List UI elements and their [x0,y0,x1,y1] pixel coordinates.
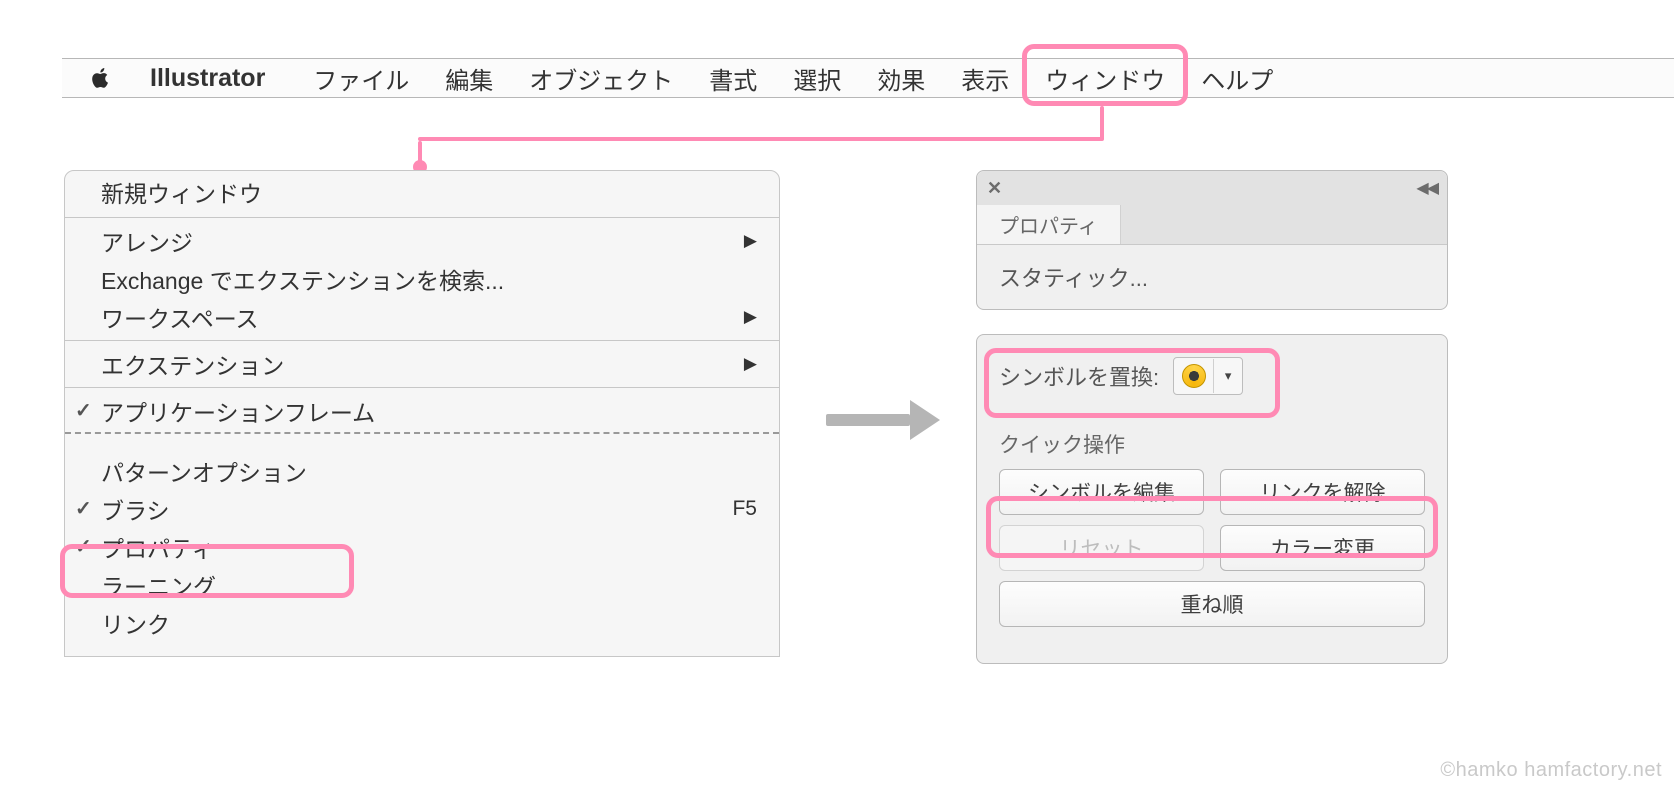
menuitem-arrange[interactable]: アレンジ ▶ [65,222,779,260]
button-label: カラー変更 [1270,533,1375,563]
reset-button: リセット [999,525,1204,571]
chevron-down-icon[interactable]: ▾ [1214,368,1242,384]
menu-object[interactable]: オブジェクト [511,58,691,98]
menuitem-new-window[interactable]: 新規ウィンドウ [65,171,779,213]
menuitem-pattern-options[interactable]: パターンオプション [65,452,779,490]
menuitem-label: ワークスペース [101,300,259,334]
panel-object-type: スタティック... [977,245,1447,309]
panel-tabs: プロパティ [977,205,1447,245]
menu-file[interactable]: ファイル [295,58,427,98]
window-menu-dropdown: 新規ウィンドウ アレンジ ▶ Exchange でエクステンションを検索... … [64,170,780,657]
submenu-arrow-icon: ▶ [744,354,757,374]
menu-help[interactable]: ヘルプ [1183,58,1291,98]
menuitem-label: リンク [101,606,170,640]
button-label: シンボルを編集 [1028,477,1175,507]
check-icon: ✓ [75,534,92,559]
panel-titlebar[interactable]: ✕ ◀◀ [977,171,1447,205]
menuitem-label: プロパティ [101,530,215,564]
edit-symbol-button[interactable]: シンボルを編集 [999,469,1204,515]
annotation-connector [418,141,422,165]
annotation-arrow-icon [826,402,946,438]
menu-separator [65,217,779,218]
symbol-picker[interactable]: ▾ [1173,357,1243,395]
spacer [65,642,779,656]
properties-panel-header: ✕ ◀◀ プロパティ スタティック... [976,170,1448,310]
menuitem-label: エクステンション [101,347,284,381]
menuitem-workspace[interactable]: ワークスペース ▶ [65,298,779,336]
apple-logo-icon[interactable] [88,65,114,91]
menuitem-extension[interactable]: エクステンション ▶ [65,345,779,383]
menuitem-shortcut: F5 [732,497,757,521]
menuitem-label: アプリケーションフレーム [101,394,375,428]
menuitem-label: 新規ウィンドウ [101,175,262,209]
menu-edit[interactable]: 編集 [427,58,511,98]
app-name: Illustrator [150,64,265,93]
menu-separator [65,340,779,341]
object-type-label: スタティック... [999,261,1148,293]
menu-view[interactable]: 表示 [943,58,1027,98]
menuitem-label: ブラシ [101,492,170,526]
break-link-button[interactable]: リンクを解除 [1220,469,1425,515]
menuitem-label: パターンオプション [101,454,307,488]
watermark-text: ©hamko hamfactory.net [1440,759,1662,781]
tab-label: プロパティ [999,210,1098,239]
menuitem-label: Exchange でエクステンションを検索... [101,262,504,296]
quick-actions-label: クイック操作 [999,434,1125,457]
menu-window[interactable]: ウィンドウ [1027,58,1183,98]
spacer [65,434,779,452]
check-icon: ✓ [75,398,92,423]
quick-actions-row-3: 重ね順 [999,581,1425,627]
menuitem-application-frame[interactable]: ✓ アプリケーションフレーム [65,392,779,430]
quick-actions-header: クイック操作 [999,429,1425,459]
menu-select[interactable]: 選択 [775,58,859,98]
menu-type[interactable]: 書式 [691,58,775,98]
tab-properties[interactable]: プロパティ [977,205,1121,244]
menuitem-label: ラーニング [101,568,216,602]
button-label: リンクを解除 [1260,477,1386,507]
quick-actions-row-1: シンボルを編集 リンクを解除 [999,469,1425,515]
menuitem-learning[interactable]: ラーニング [65,566,779,604]
recolor-button[interactable]: カラー変更 [1220,525,1425,571]
menuitem-link[interactable]: リンク [65,604,779,642]
submenu-arrow-icon: ▶ [744,307,757,327]
menuitem-exchange[interactable]: Exchange でエクステンションを検索... [65,260,779,298]
menuitem-label: アレンジ [101,224,193,258]
replace-symbol-label: シンボルを置換: [999,360,1159,392]
check-icon: ✓ [75,496,92,521]
arrange-button[interactable]: 重ね順 [999,581,1425,627]
properties-panel-body: シンボルを置換: ▾ クイック操作 シンボルを編集 リンクを解除 リセット [976,334,1448,664]
menu-separator [65,387,779,388]
menuitem-brush[interactable]: ✓ ブラシ F5 [65,490,779,528]
watermark: ©hamko hamfactory.net [1440,759,1662,782]
menu-effect[interactable]: 効果 [859,58,943,98]
symbol-thumbnail-icon [1174,359,1214,393]
button-label: 重ね順 [1181,589,1244,619]
annotation-connector [1100,106,1104,140]
annotation-connector [418,137,1104,141]
close-icon[interactable]: ✕ [987,178,1002,199]
submenu-arrow-icon: ▶ [744,231,757,251]
quick-actions-row-2: リセット カラー変更 [999,525,1425,571]
replace-symbol-row: シンボルを置換: ▾ [999,357,1425,395]
mac-menubar: Illustrator ファイル 編集 オブジェクト 書式 選択 効果 表示 ウ… [62,58,1674,98]
collapse-icon[interactable]: ◀◀ [1416,178,1437,198]
menuitem-property[interactable]: ✓ プロパティ [65,528,779,566]
button-label: リセット [1060,533,1144,563]
